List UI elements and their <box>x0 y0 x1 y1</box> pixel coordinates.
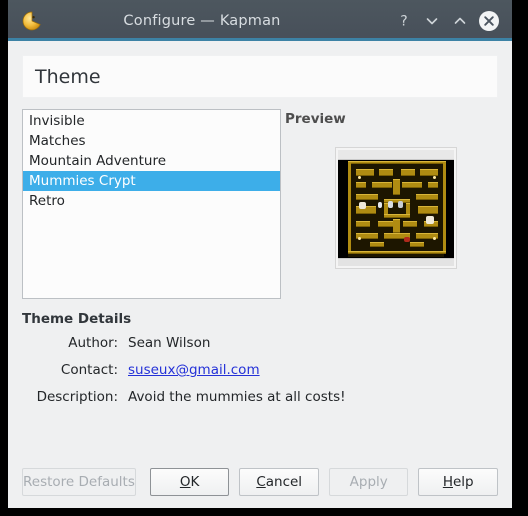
preview-pellet-br <box>433 237 436 240</box>
detail-value-contact-link[interactable]: suseux@gmail.com <box>128 362 260 378</box>
help-button[interactable]: Help <box>418 468 499 496</box>
preview-pellet-tl <box>358 176 361 179</box>
apply-button[interactable]: Apply <box>328 468 409 496</box>
apply-label: Apply <box>349 474 388 490</box>
restore-defaults-button[interactable]: Restore Defaults <box>22 468 136 496</box>
detail-value-description: Avoid the mummies at all costs! <box>128 389 346 405</box>
preview-pellet-bl <box>358 237 361 240</box>
window-title: Configure — Kapman <box>123 12 281 29</box>
window-help-button[interactable]: ? <box>390 7 418 35</box>
detail-label-author: Author: <box>68 335 118 351</box>
ok-button[interactable]: OK <box>149 468 230 496</box>
title-bar[interactable]: Configure — Kapman ? <box>8 0 512 41</box>
preview-maze <box>348 161 446 257</box>
cancel-label: Cancel <box>256 474 303 490</box>
window-close-button[interactable] <box>474 6 504 36</box>
dialog-button-bar: Restore Defaults OK Cancel Apply Help <box>8 467 512 497</box>
detail-label-description: Description: <box>36 389 118 405</box>
ok-label: OK <box>179 474 200 490</box>
theme-details-title: Theme Details <box>22 311 132 327</box>
preview-sprite-mummy-left <box>359 202 366 209</box>
preview-window-chrome-bottom <box>338 258 454 266</box>
list-item-matches[interactable]: Matches <box>23 131 280 151</box>
svg-text:?: ? <box>400 13 407 29</box>
configure-dialog-window: Configure — Kapman ? Theme Invisible Mat… <box>8 0 512 508</box>
preview-sprite-ghost-b <box>398 201 403 208</box>
preview-inner <box>338 150 454 266</box>
theme-preview-image <box>335 147 457 269</box>
window-minimize-button[interactable] <box>418 7 446 35</box>
preview-label: Preview <box>285 111 346 127</box>
detail-value-author: Sean Wilson <box>128 335 211 351</box>
detail-label-contact: Contact: <box>60 362 118 378</box>
list-item-invisible[interactable]: Invisible <box>23 111 280 131</box>
theme-list[interactable]: Invisible Matches Mountain Adventure Mum… <box>22 109 281 299</box>
window-maximize-button[interactable] <box>446 7 474 35</box>
kapman-pacman-icon <box>20 9 44 33</box>
list-item-mountain-adventure[interactable]: Mountain Adventure <box>23 151 280 171</box>
help-label: Help <box>442 474 474 490</box>
preview-window-chrome-top <box>338 150 454 160</box>
restore-defaults-label: Restore Defaults <box>23 474 135 490</box>
detail-row-contact: Contact: suseux@gmail.com <box>22 362 422 378</box>
detail-row-author: Author: Sean Wilson <box>22 335 422 351</box>
preview-sprite-fruit <box>404 237 410 242</box>
dialog-content: Theme Invisible Matches Mountain Adventu… <box>8 41 512 508</box>
preview-sprite-ghost-a <box>388 201 393 208</box>
page-title-box: Theme <box>22 55 498 98</box>
list-item-mummies-crypt[interactable]: Mummies Crypt <box>23 171 280 191</box>
preview-sprite-mummy-right <box>426 216 434 224</box>
cancel-button[interactable]: Cancel <box>239 468 319 496</box>
page-title: Theme <box>35 65 101 88</box>
preview-pellet-tr <box>433 176 436 179</box>
detail-row-description: Description: Avoid the mummies at all co… <box>22 389 422 405</box>
preview-sprite-player <box>378 202 382 208</box>
list-item-retro[interactable]: Retro <box>23 191 280 211</box>
